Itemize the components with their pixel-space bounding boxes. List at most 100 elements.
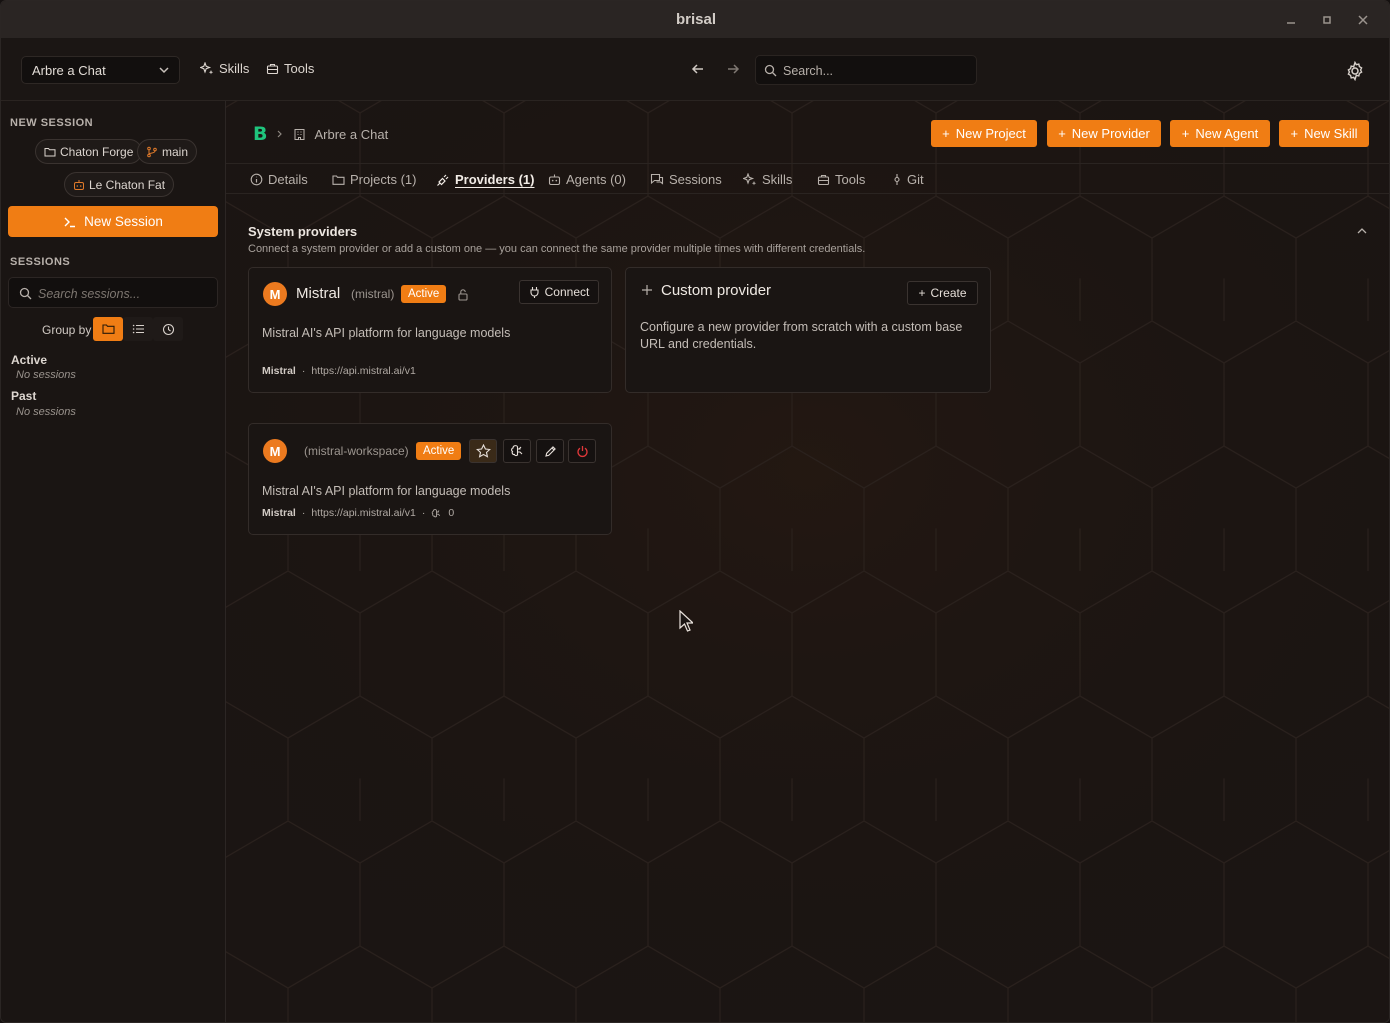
edit-button[interactable] bbox=[536, 439, 564, 463]
connected-provider-card: M (mistral-workspace) Active Mistral AI'… bbox=[248, 423, 612, 535]
tab-skills[interactable]: Skills bbox=[743, 172, 792, 187]
separator-dot: · bbox=[301, 507, 306, 519]
tab-projects-label: Projects (1) bbox=[350, 172, 417, 187]
git-commit-icon bbox=[894, 174, 900, 185]
skills-button[interactable] bbox=[503, 439, 531, 463]
project-chip[interactable]: Chaton Forge bbox=[35, 139, 143, 164]
custom-provider-title: Custom provider bbox=[661, 282, 772, 299]
provider-url: https://api.mistral.ai/v1 bbox=[311, 365, 416, 377]
title-bar: brisal bbox=[1, 1, 1389, 39]
star-icon bbox=[475, 444, 491, 458]
group-by-list-button[interactable] bbox=[123, 317, 153, 341]
toolbox-icon bbox=[817, 174, 830, 186]
sessions-heading: SESSIONS bbox=[10, 256, 71, 268]
new-provider-button[interactable]: + New Provider bbox=[1047, 120, 1161, 147]
agent-chip[interactable]: Le Chaton Fat bbox=[64, 172, 175, 197]
group-by-label: Group by bbox=[42, 323, 92, 337]
provider-card-mistral: M Mistral (mistral) Active Connect Mistr… bbox=[248, 267, 612, 393]
power-icon bbox=[576, 445, 588, 457]
group-by-folder-button[interactable] bbox=[93, 317, 123, 341]
new-agent-button[interactable]: + New Agent bbox=[1170, 120, 1270, 147]
minimize-icon[interactable] bbox=[1283, 12, 1299, 28]
disconnect-button[interactable] bbox=[568, 439, 596, 463]
tab-bar: Details Projects (1) Providers (1) Agent… bbox=[226, 163, 1389, 194]
plus-icon: + bbox=[942, 126, 950, 141]
group-past-label: Past bbox=[11, 389, 37, 403]
custom-provider-card: Custom provider + Create Configure a new… bbox=[625, 267, 991, 393]
sparkles-icon bbox=[743, 172, 757, 185]
project-select[interactable]: Arbre a Chat bbox=[21, 56, 180, 84]
branch-chip[interactable]: main bbox=[137, 139, 198, 164]
breadcrumb-project[interactable]: Arbre a Chat bbox=[314, 127, 388, 142]
group-active-label: Active bbox=[11, 353, 48, 367]
tab-git[interactable]: Git bbox=[892, 172, 924, 187]
skill-count: 0 bbox=[448, 507, 455, 519]
building-icon bbox=[294, 128, 305, 140]
info-icon bbox=[250, 173, 263, 186]
gear-icon[interactable] bbox=[1345, 61, 1365, 81]
tab-sessions[interactable]: Sessions bbox=[650, 172, 722, 187]
tab-sessions-label: Sessions bbox=[669, 172, 722, 187]
plus-icon: + bbox=[1290, 126, 1299, 141]
maximize-icon[interactable] bbox=[1319, 12, 1335, 28]
project-select-value: Arbre a Chat bbox=[32, 63, 106, 78]
folder-icon bbox=[101, 324, 115, 334]
new-skill-button[interactable]: + New Skill bbox=[1279, 120, 1369, 147]
create-button[interactable]: + Create bbox=[907, 281, 978, 305]
tab-agents[interactable]: Agents (0) bbox=[548, 172, 626, 187]
provider-avatar: M bbox=[263, 439, 287, 463]
sparkles-icon bbox=[200, 61, 214, 74]
tab-providers[interactable]: Providers (1) bbox=[436, 172, 534, 187]
hexagon-background bbox=[226, 101, 1389, 1022]
search-icon bbox=[764, 64, 777, 77]
global-search-input[interactable]: Search... bbox=[755, 55, 977, 85]
provider-description: Mistral AI's API platform for language m… bbox=[262, 326, 511, 340]
tab-tools[interactable]: Tools bbox=[817, 172, 865, 187]
new-project-button[interactable]: + New Project bbox=[931, 120, 1037, 147]
app-logo[interactable]: B bbox=[253, 123, 267, 145]
tab-details[interactable]: Details bbox=[250, 172, 308, 187]
sidebar: NEW SESSION Chaton Forge main Le Chaton … bbox=[1, 101, 226, 1022]
lock-icon bbox=[458, 289, 468, 301]
session-search-input[interactable]: Search sessions... bbox=[8, 277, 218, 308]
new-session-button[interactable]: New Session bbox=[8, 206, 218, 237]
tab-projects[interactable]: Projects (1) bbox=[332, 172, 416, 187]
brain-icon bbox=[510, 445, 522, 457]
tab-tools-label: Tools bbox=[835, 172, 866, 187]
custom-provider-description: Configure a new provider from scratch wi… bbox=[640, 320, 963, 351]
nav-skills-label: Skills bbox=[219, 61, 250, 76]
plug-icon bbox=[437, 174, 449, 186]
plus-icon bbox=[642, 285, 652, 295]
status-badge: Active bbox=[401, 285, 447, 303]
terminal-icon bbox=[64, 217, 76, 227]
mouse-cursor-icon bbox=[679, 610, 693, 632]
nav-skills[interactable]: Skills bbox=[200, 61, 249, 76]
group-by-time-button[interactable] bbox=[153, 317, 183, 341]
close-icon[interactable] bbox=[1355, 12, 1371, 28]
tab-skills-label: Skills bbox=[762, 172, 793, 187]
app-window: brisal Arbre a Chat Skills Tools Search.… bbox=[0, 0, 1390, 1023]
separator-dot: · bbox=[301, 365, 306, 377]
connect-button[interactable]: Connect bbox=[519, 280, 599, 304]
provider-description: Mistral AI's API platform for language m… bbox=[262, 484, 511, 498]
nav-tools-label: Tools bbox=[284, 61, 315, 76]
provider-footer: Mistral · https://api.mistral.ai/v1 · 0 bbox=[262, 507, 454, 519]
clock-icon bbox=[162, 323, 174, 335]
set-default-button[interactable] bbox=[469, 439, 497, 463]
section-subtitle: Connect a system provider or add a custo… bbox=[248, 243, 866, 255]
back-arrow-icon[interactable] bbox=[690, 61, 706, 77]
nav-tools[interactable]: Tools bbox=[266, 61, 314, 76]
main-panel: B Arbre a Chat + New Project + New Provide… bbox=[226, 101, 1389, 1022]
status-badge: Active bbox=[416, 442, 462, 460]
branch-chip-label: main bbox=[162, 144, 189, 159]
forward-arrow-icon[interactable] bbox=[725, 61, 741, 77]
chevron-up-icon[interactable] bbox=[1356, 225, 1368, 237]
new-project-label: New Project bbox=[955, 126, 1026, 141]
list-icon bbox=[132, 324, 144, 334]
brain-icon bbox=[432, 508, 441, 517]
agent-chip-label: Le Chaton Fat bbox=[89, 177, 166, 192]
search-icon bbox=[19, 287, 32, 300]
toolbox-icon bbox=[266, 63, 279, 75]
folder-icon bbox=[44, 147, 56, 156]
plus-icon: + bbox=[1058, 126, 1066, 141]
